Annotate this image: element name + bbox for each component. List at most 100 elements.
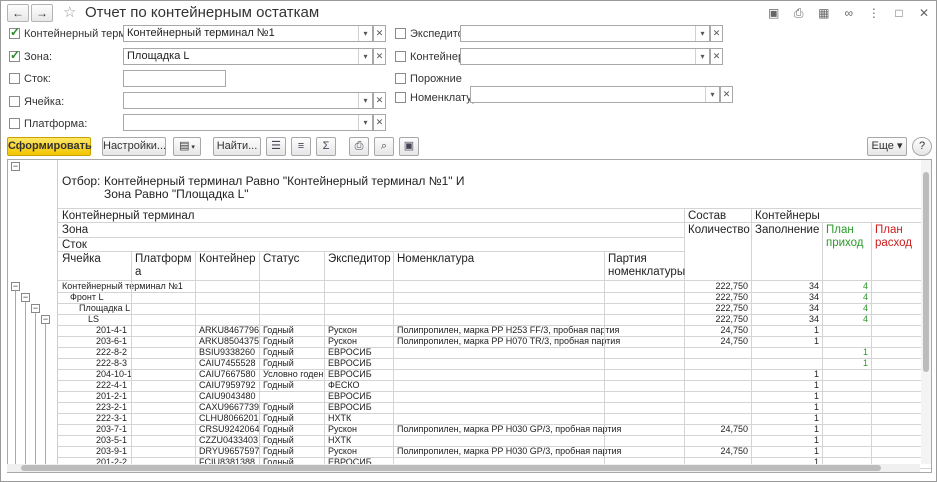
back-button[interactable]: ← (7, 4, 29, 22)
collapse-header-icon[interactable]: − (11, 162, 20, 171)
nomenclature-clear-icon[interactable]: ✕ (720, 86, 733, 103)
zone-clear-icon[interactable]: ✕ (373, 48, 386, 65)
row-fill: 1 (813, 325, 819, 335)
row-fill: 1 (813, 413, 819, 423)
platform-field[interactable]: ▾ (123, 114, 373, 131)
stock-checkbox[interactable] (9, 73, 20, 84)
cell-clear-icon[interactable]: ✕ (373, 92, 386, 109)
collapse-stock-icon[interactable]: − (41, 315, 50, 324)
row-container: CAIU7667580 (199, 369, 256, 379)
maximize-icon[interactable]: □ (891, 5, 907, 21)
forwarder-checkbox[interactable] (395, 28, 406, 39)
chevron-down-icon[interactable]: ▾ (358, 26, 372, 41)
chevron-down-icon[interactable]: ▾ (695, 49, 709, 64)
col-header-zone: Зона (62, 224, 89, 236)
container-filter-label[interactable]: Контейнер: (395, 51, 467, 63)
vertical-scroll-thumb[interactable] (923, 172, 929, 372)
link-icon[interactable]: ∞ (841, 5, 857, 21)
col-header-forwarder: Экспедитор (328, 253, 391, 265)
col-header-composition: Состав (688, 210, 727, 222)
find-button[interactable]: Найти... (213, 137, 261, 156)
row-forwarder: НХТК (328, 435, 352, 445)
collapse-front-icon[interactable]: − (21, 293, 30, 302)
collapse-groups-button[interactable]: ≡ (291, 137, 311, 156)
variants-button[interactable]: ▤ ▾ (173, 137, 201, 156)
row-container: CAIU9043480 (199, 391, 256, 401)
save-report-button[interactable]: ▣ (399, 137, 419, 156)
close-icon[interactable]: ✕ (916, 5, 932, 21)
nomenclature-checkbox[interactable] (395, 92, 406, 103)
zone-filter-label[interactable]: Зона: (9, 48, 52, 63)
platform-checkbox[interactable] (9, 118, 20, 129)
group-quantity: 222,750 (715, 292, 748, 302)
collapse-terminal-icon[interactable]: − (11, 282, 20, 291)
help-button[interactable]: ? (912, 137, 932, 156)
zone-field[interactable]: Площадка L ▾ (123, 48, 373, 65)
chevron-down-icon[interactable]: ▾ (358, 115, 372, 130)
settings-button[interactable]: Настройки... (102, 137, 166, 156)
expand-groups-button[interactable]: ☰ (266, 137, 286, 156)
cell-field[interactable]: ▾ (123, 92, 373, 109)
stock-field[interactable] (123, 70, 226, 87)
col-header-plan-out-wrap: расход (875, 237, 913, 249)
group-quantity: 222,750 (715, 281, 748, 291)
empty-filter-label[interactable]: Порожние (395, 73, 462, 85)
row-status: Годный (263, 424, 294, 434)
container-clear-icon[interactable]: ✕ (710, 48, 723, 65)
favorite-star-icon[interactable]: ☆ (63, 3, 76, 21)
group-fill: 34 (808, 281, 819, 291)
row-fill: 1 (813, 435, 819, 445)
platform-clear-icon[interactable]: ✕ (373, 114, 386, 131)
horizontal-scrollbar[interactable] (7, 464, 920, 472)
chevron-down-icon[interactable]: ▾ (705, 87, 719, 102)
group-fill: 34 (808, 303, 819, 313)
forward-button[interactable]: → (31, 4, 53, 22)
group-plan-in: 4 (862, 314, 868, 324)
terminal-field[interactable]: Контейнерный терминал №1 ▾ (123, 25, 373, 42)
zone-checkbox[interactable] (9, 48, 20, 62)
preview-button[interactable]: ⌕ (374, 137, 394, 156)
column-separator (822, 281, 823, 468)
nomenclature-field[interactable]: ▾ (470, 86, 720, 103)
empty-checkbox[interactable] (395, 73, 406, 84)
generate-button[interactable]: Сформировать (7, 137, 92, 156)
row-cell: 203-6-1 (96, 336, 128, 346)
horizontal-scroll-thumb[interactable] (21, 465, 881, 471)
cell-checkbox[interactable] (9, 96, 20, 107)
chevron-down-icon[interactable]: ▾ (358, 93, 372, 108)
row-plan-in: 1 (862, 347, 868, 357)
column-separator (751, 281, 752, 468)
platform-filter-label[interactable]: Платформа: (9, 118, 87, 130)
forwarder-clear-icon[interactable]: ✕ (710, 25, 723, 42)
chevron-down-icon[interactable]: ▾ (358, 49, 372, 64)
col-header-stock: Сток (62, 239, 87, 251)
row-forwarder: ЕВРОСИБ (328, 358, 372, 368)
row-status: Годный (263, 358, 294, 368)
sum-button[interactable]: Σ (316, 137, 336, 156)
group-label: LS (88, 314, 100, 324)
vertical-scrollbar[interactable] (921, 160, 931, 464)
print-button[interactable]: ⎙ (349, 137, 369, 156)
terminal-clear-icon[interactable]: ✕ (373, 25, 386, 42)
container-checkbox[interactable] (395, 51, 406, 62)
chevron-down-icon[interactable]: ▾ (695, 26, 709, 41)
column-separator (604, 281, 605, 468)
cell-filter-label[interactable]: Ячейка: (9, 96, 64, 108)
group-plan-in: 4 (862, 303, 868, 313)
report-sheet[interactable]: − Отбор: Контейнерный терминал Равно "Ко… (7, 159, 932, 473)
filter-line-1: Контейнерный терминал Равно "Контейнерны… (104, 174, 465, 188)
more-button[interactable]: Еще ▾ (867, 137, 907, 156)
container-field[interactable]: ▾ (460, 48, 710, 65)
col-header-quantity: Количество (688, 224, 750, 236)
save-icon[interactable]: ▣ (766, 5, 782, 21)
col-header-batch-wrap: номенклатуры (608, 266, 686, 278)
forwarder-field[interactable]: ▾ (460, 25, 710, 42)
calculator-icon[interactable]: ▦ (816, 5, 832, 21)
folder-icon: ▤ (179, 140, 190, 152)
terminal-checkbox[interactable] (9, 25, 20, 39)
collapse-zone-icon[interactable]: − (31, 304, 40, 313)
stock-filter-label[interactable]: Сток: (9, 73, 51, 85)
col-header-terminal: Контейнерный терминал (62, 210, 195, 222)
print-icon[interactable]: ⎙ (791, 5, 807, 21)
menu-icon[interactable]: ⋮ (866, 5, 882, 21)
